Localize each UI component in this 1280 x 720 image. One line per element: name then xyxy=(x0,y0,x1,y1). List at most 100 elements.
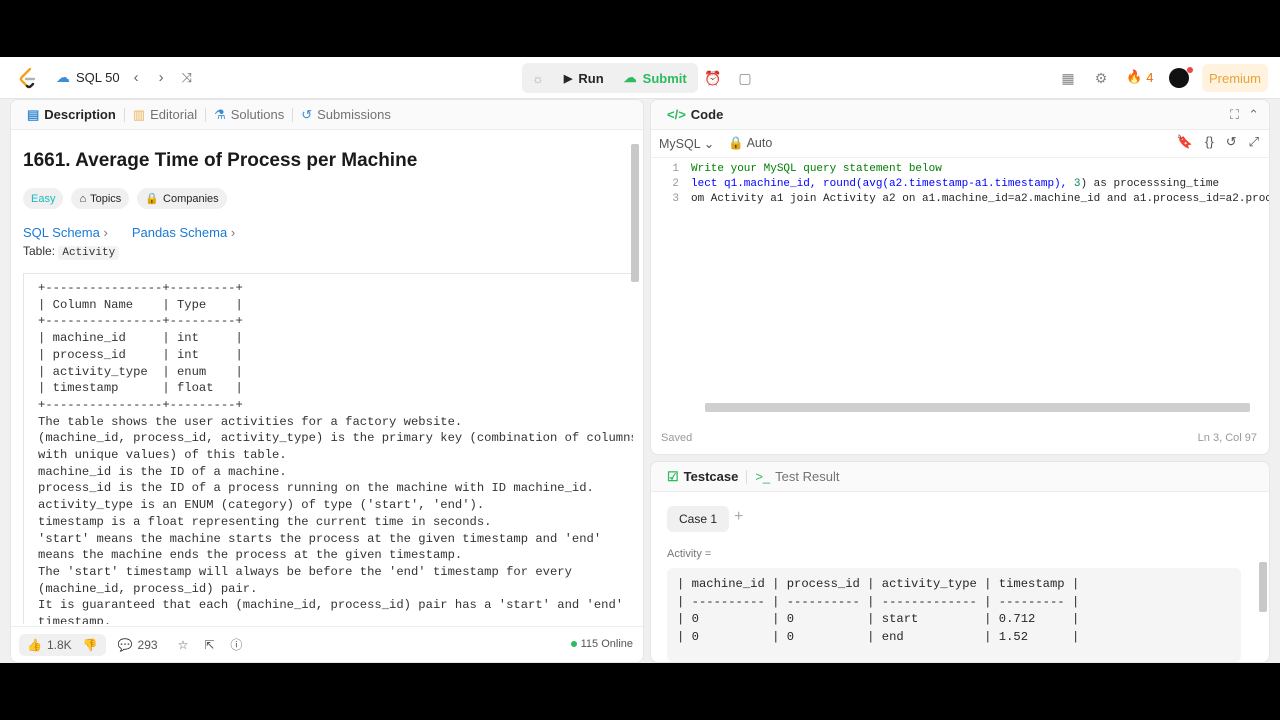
timer-button[interactable]: ⏰ xyxy=(698,63,728,93)
reset-icon[interactable]: ↺ xyxy=(1226,134,1237,150)
streak-counter[interactable]: 🔥 4 xyxy=(1126,69,1153,85)
note-icon: ▢ xyxy=(738,69,752,86)
testcase-tabbar: ☑ Testcase >_ Test Result xyxy=(651,462,1269,492)
bug-icon: ☼ xyxy=(532,70,544,86)
flask-icon: ⚗ xyxy=(214,106,226,122)
code-line-2-a: lect q1.machine_id, round(avg(a2.timesta… xyxy=(691,178,1074,190)
testcase-panel: ☑ Testcase >_ Test Result Case 1 + Activ… xyxy=(650,461,1270,663)
table-name: Activity xyxy=(58,246,120,260)
testcase-scrollbar[interactable] xyxy=(1259,562,1267,612)
schema-links: SQL Schema › Pandas Schema › xyxy=(23,225,633,240)
tab-testcase-label: Testcase xyxy=(683,469,739,484)
code-line-2: lect q1.machine_id, round(avg(a2.timesta… xyxy=(691,177,1219,192)
topics-button[interactable]: ⌂ Topics xyxy=(71,188,130,209)
share-icon[interactable]: ⇱ xyxy=(204,638,214,652)
premium-button[interactable]: Premium xyxy=(1202,64,1268,92)
editor-tabbar: </> Code ⛶ ⌃ xyxy=(651,100,1269,130)
online-counter: 115 Online xyxy=(570,638,633,650)
braces-icon[interactable]: {} xyxy=(1205,134,1214,150)
table-prefix: Table: xyxy=(23,244,56,258)
description-footer: 👍 1.8K 👎 💬 293 ☆ ⇱ ⓘ 115 Online xyxy=(11,626,643,662)
cloud-upload-icon: ☁ xyxy=(623,70,637,85)
description-tabbar: ▤ Description ▥ Editorial ⚗ Solutions ↺ … xyxy=(11,100,643,130)
description-panel: ▤ Description ▥ Editorial ⚗ Solutions ↺ … xyxy=(10,99,644,663)
chevron-left-icon[interactable]: ‹ xyxy=(134,69,139,86)
tab-testcase[interactable]: ☑ Testcase xyxy=(659,469,746,485)
line-number: 2 xyxy=(672,178,679,190)
run-button[interactable]: ▶ Run xyxy=(554,63,614,93)
comment-button[interactable]: 💬 293 xyxy=(118,638,158,652)
code-area[interactable]: 1 2 3 Write your MySQL query statement b… xyxy=(651,162,1269,412)
comment-count: 293 xyxy=(137,637,158,652)
star-icon[interactable]: ☆ xyxy=(178,638,189,652)
add-case-icon[interactable]: + xyxy=(734,508,743,526)
layout-button[interactable]: ▦ xyxy=(1053,63,1083,93)
topics-label: Topics xyxy=(90,192,122,205)
companies-label: Companies xyxy=(163,192,219,205)
tab-editorial[interactable]: ▥ Editorial xyxy=(125,107,205,123)
shuffle-icon[interactable]: ⤨ xyxy=(182,70,192,86)
companies-button[interactable]: 🔒 Companies xyxy=(137,188,227,209)
code-icon: </> xyxy=(667,107,686,122)
avatar[interactable] xyxy=(1169,68,1189,88)
testcase-input[interactable]: | machine_id | process_id | activity_typ… xyxy=(667,568,1241,662)
history-icon: ↺ xyxy=(301,106,313,122)
streak-count: 4 xyxy=(1146,69,1154,85)
top-navbar: ☁ SQL 50 ‹ › ⤨ ☼ ▶ Run ☁ Submit ⏰ ▢ ▦ ⚙ … xyxy=(0,57,1280,99)
chevron-right-icon: › xyxy=(103,225,108,240)
mode-label: Auto xyxy=(746,136,773,150)
code-line-2-c: ) as processsing_time xyxy=(1080,178,1220,190)
submit-label: Submit xyxy=(642,70,687,86)
tab-test-result[interactable]: >_ Test Result xyxy=(747,469,847,484)
problem-list-title[interactable]: SQL 50 xyxy=(76,70,120,85)
cursor-position: Ln 3, Col 97 xyxy=(1197,432,1257,444)
pandas-schema-label: Pandas Schema xyxy=(131,225,228,240)
run-submit-group: ☼ ▶ Run ☁ Submit xyxy=(522,63,698,93)
tab-test-result-label: Test Result xyxy=(775,469,840,484)
grid-layout-icon: ▦ xyxy=(1061,69,1075,86)
tab-code[interactable]: </> Code xyxy=(659,107,731,122)
tab-submissions-label: Submissions xyxy=(317,107,391,122)
tab-description[interactable]: ▤ Description xyxy=(19,107,124,123)
settings-button[interactable]: ⚙ xyxy=(1086,63,1116,93)
problem-list-nav: ☁ SQL 50 ‹ › ⤨ xyxy=(56,69,192,86)
lock-icon: 🔒 xyxy=(728,136,744,150)
chevron-right-icon[interactable]: › xyxy=(159,69,164,86)
tab-solutions[interactable]: ⚗ Solutions xyxy=(206,107,292,123)
thumbs-down-icon[interactable]: 👎 xyxy=(83,638,98,652)
sql-schema-link[interactable]: SQL Schema › xyxy=(23,225,108,240)
online-count: 115 Online xyxy=(580,638,633,650)
document-icon: ▤ xyxy=(27,106,40,122)
pandas-schema-link[interactable]: Pandas Schema › xyxy=(132,225,235,240)
language-select[interactable]: MySQL ⌄ xyxy=(659,136,714,151)
chevron-down-icon: ⌄ xyxy=(703,137,715,151)
editor-horizontal-scrollbar[interactable] xyxy=(705,403,1250,412)
submit-button[interactable]: ☁ Submit xyxy=(614,63,697,93)
tab-description-label: Description xyxy=(44,107,116,122)
difficulty-badge: Easy xyxy=(23,188,64,209)
tab-submissions[interactable]: ↺ Submissions xyxy=(293,107,399,123)
table-label: Table: Activity xyxy=(23,244,633,260)
auto-mode[interactable]: 🔒 Auto xyxy=(728,136,772,151)
gear-icon: ⚙ xyxy=(1094,69,1108,86)
code-line-1: Write your MySQL query statement below xyxy=(691,163,942,175)
notes-button[interactable]: ▢ xyxy=(730,63,760,93)
description-scrollbar[interactable] xyxy=(631,144,639,282)
tab-code-label: Code xyxy=(690,107,724,122)
fullscreen-icon[interactable]: ⤢ xyxy=(1249,134,1259,150)
sql-schema-label: SQL Schema xyxy=(23,225,100,240)
case-1-tab[interactable]: Case 1 xyxy=(667,506,730,532)
problem-text: The table shows the user activities for … xyxy=(38,414,633,624)
comment-icon: 💬 xyxy=(117,637,133,652)
bookmark-icon[interactable]: 🔖 xyxy=(1177,134,1193,150)
collapse-icon[interactable]: ⌃ xyxy=(1248,107,1259,123)
maximize-icon[interactable]: ⛶ xyxy=(1230,107,1239,123)
help-icon[interactable]: ⓘ xyxy=(230,636,242,653)
problem-tags: Easy ⌂ Topics 🔒 Companies xyxy=(23,188,633,209)
language-label: MySQL xyxy=(659,137,701,151)
tab-editorial-label: Editorial xyxy=(150,107,198,122)
debug-button[interactable]: ☼ xyxy=(522,63,554,93)
alarm-clock-icon: ⏰ xyxy=(704,69,722,86)
like-button[interactable]: 👍 1.8K 👎 xyxy=(19,633,106,656)
leetcode-logo-icon[interactable] xyxy=(18,67,38,89)
